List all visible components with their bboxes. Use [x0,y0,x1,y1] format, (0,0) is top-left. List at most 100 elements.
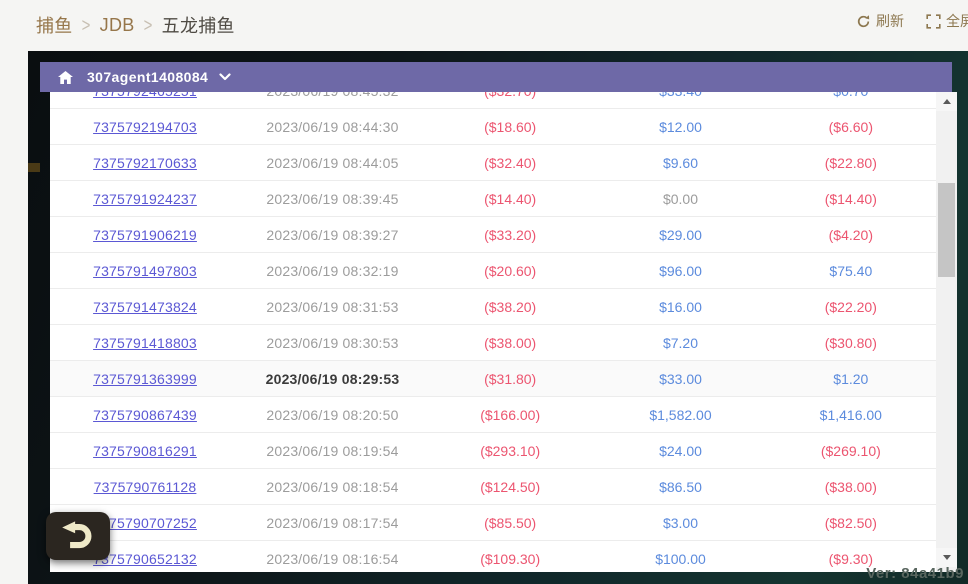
amount-cell: ($6.60) [766,119,936,135]
amount-cell: ($14.40) [425,191,595,207]
vertical-scrollbar[interactable] [936,92,957,572]
amount-cell: $33.00 [595,371,765,387]
amount-cell: $3.00 [595,515,765,531]
datetime-cell: 2023/06/19 08:18:54 [240,479,425,495]
transaction-id-link[interactable]: 7375791906219 [93,227,197,243]
datetime-cell: 2023/06/19 08:44:30 [240,119,425,135]
amount-cell: ($109.30) [425,551,595,567]
amount-cell: $100.00 [595,551,765,567]
table-row: 7375792194703 2023/06/19 08:44:30($18.60)… [50,109,936,145]
amount-cell: ($31.80) [425,371,595,387]
datetime-cell: 2023/06/19 08:44:05 [240,155,425,171]
refresh-button[interactable]: 刷新 [856,11,904,31]
breadcrumb-item-fishing[interactable]: 捕鱼 [36,12,73,38]
transaction-id-link[interactable]: 7375790761128 [94,479,197,495]
amount-cell: ($18.60) [425,119,595,135]
triangle-up-icon [943,99,951,104]
amount-cell: $0.00 [595,191,765,207]
agent-id-dropdown[interactable]: 307agent1408084 [87,69,208,85]
transaction-id-link[interactable]: 7375790816291 [93,443,197,459]
breadcrumb-separator: > [144,14,153,36]
jdb-floating-logo-button[interactable] [46,512,110,560]
scrollbar-thumb[interactable] [938,183,955,277]
datetime-cell: 2023/06/19 08:45:32 [240,92,425,99]
table-row: 7375790761128 2023/06/19 08:18:54($124.50… [50,469,936,505]
transaction-id-cell: 7375792465251 [50,92,240,99]
transaction-id-cell: 7375791906219 [50,227,240,243]
datetime-cell: 2023/06/19 08:39:45 [240,191,425,207]
amount-cell: ($85.50) [425,515,595,531]
table-row: 73757907072522023/06/19 08:17:54($85.50)… [50,505,936,541]
chevron-down-icon[interactable] [219,73,231,81]
table-row: 7375791924237 2023/06/19 08:39:45($14.40)… [50,181,936,217]
datetime-cell: 2023/06/19 08:30:53 [240,335,425,351]
datetime-cell: 2023/06/19 08:31:53 [240,299,425,315]
breadcrumb-item-jdb[interactable]: JDB [100,15,135,36]
toolbar: 刷新 全屏 [856,11,968,31]
amount-cell: $0.70 [766,92,936,99]
transaction-id-link[interactable]: 7375792465251 [93,92,197,99]
transaction-id-link[interactable]: 7375791418803 [93,335,197,351]
home-icon[interactable] [58,71,73,84]
transaction-id-cell: 7375791497803 [50,263,240,279]
amount-cell: ($293.10) [425,443,595,459]
transaction-id-link[interactable]: 7375792170633 [93,155,197,171]
amount-cell: ($124.50) [425,479,595,495]
datetime-cell: 2023/06/19 08:32:19 [240,263,425,279]
amount-cell: $16.00 [595,299,765,315]
amount-cell: $1.20 [766,371,936,387]
transaction-id-cell: 7375792194703 [50,119,240,135]
breadcrumb-separator: > [82,14,91,36]
table-row: 7375792465251 2023/06/19 08:45:32($32.70)… [50,92,936,109]
amount-cell: ($22.80) [766,155,936,171]
background-artifact [28,163,40,172]
amount-cell: ($32.70) [425,92,595,99]
amount-cell: $33.40 [595,92,765,99]
amount-cell: $1,582.00 [595,407,765,423]
top-bar: 捕鱼 > JDB > 五龙捕鱼 刷新 [0,0,968,51]
amount-cell: ($33.20) [425,227,595,243]
transaction-id-cell: 7375790867439 [50,407,240,423]
triangle-down-icon [943,555,951,560]
amount-cell: $86.50 [595,479,765,495]
table-row: 7375791473824 2023/06/19 08:31:53($38.20)… [50,289,936,325]
fullscreen-label: 全屏 [946,11,968,31]
table-row: 7375791363999 2023/06/19 08:29:53($31.80)… [50,361,936,397]
transaction-id-link[interactable]: 7375791473824 [93,299,197,315]
amount-cell: ($20.60) [425,263,595,279]
amount-cell: ($38.20) [425,299,595,315]
amount-cell: $1,416.00 [766,407,936,423]
transaction-id-cell: 7375791363999 [50,371,240,387]
transaction-id-cell: 7375791473824 [50,299,240,315]
table-row: 73757908162912023/06/19 08:19:54($293.10… [50,433,936,469]
fullscreen-icon [926,14,941,29]
table-row: 7375791497803 2023/06/19 08:32:19($20.60)… [50,253,936,289]
amount-cell: ($38.00) [766,479,936,495]
fullscreen-button[interactable]: 全屏 [926,11,968,31]
amount-cell: $96.00 [595,263,765,279]
table-row: 73757906521322023/06/19 08:16:54($109.30… [50,541,936,572]
amount-cell: ($4.20) [766,227,936,243]
amount-cell: $24.00 [595,443,765,459]
amount-cell: $75.40 [766,263,936,279]
amount-cell: ($22.20) [766,299,936,315]
transaction-id-cell: 7375792170633 [50,155,240,171]
dimmed-game-background: 307agent1408084 7375792465251 2023/06/19 … [28,51,968,584]
amount-cell: ($32.40) [425,155,595,171]
table-row: 7375792170633 2023/06/19 08:44:05($32.40)… [50,145,936,181]
breadcrumb: 捕鱼 > JDB > 五龙捕鱼 [36,12,235,38]
transaction-id-cell: 7375790816291 [50,443,240,459]
scrollbar-up-button[interactable] [936,92,957,111]
transaction-id-link[interactable]: 7375791497803 [93,263,197,279]
amount-cell: ($30.80) [766,335,936,351]
transaction-id-cell: 7375791418803 [50,335,240,351]
amount-cell: ($166.00) [425,407,595,423]
transaction-id-link[interactable]: 7375791924237 [93,191,197,207]
amount-cell: $9.60 [595,155,765,171]
transaction-id-link[interactable]: 7375790867439 [93,407,197,423]
refresh-label: 刷新 [876,11,904,31]
datetime-cell: 2023/06/19 08:29:53 [240,371,425,387]
transaction-id-link[interactable]: 7375791363999 [93,371,197,387]
table-row: 73757919062192023/06/19 08:39:27($33.20)… [50,217,936,253]
transaction-id-link[interactable]: 7375792194703 [93,119,197,135]
